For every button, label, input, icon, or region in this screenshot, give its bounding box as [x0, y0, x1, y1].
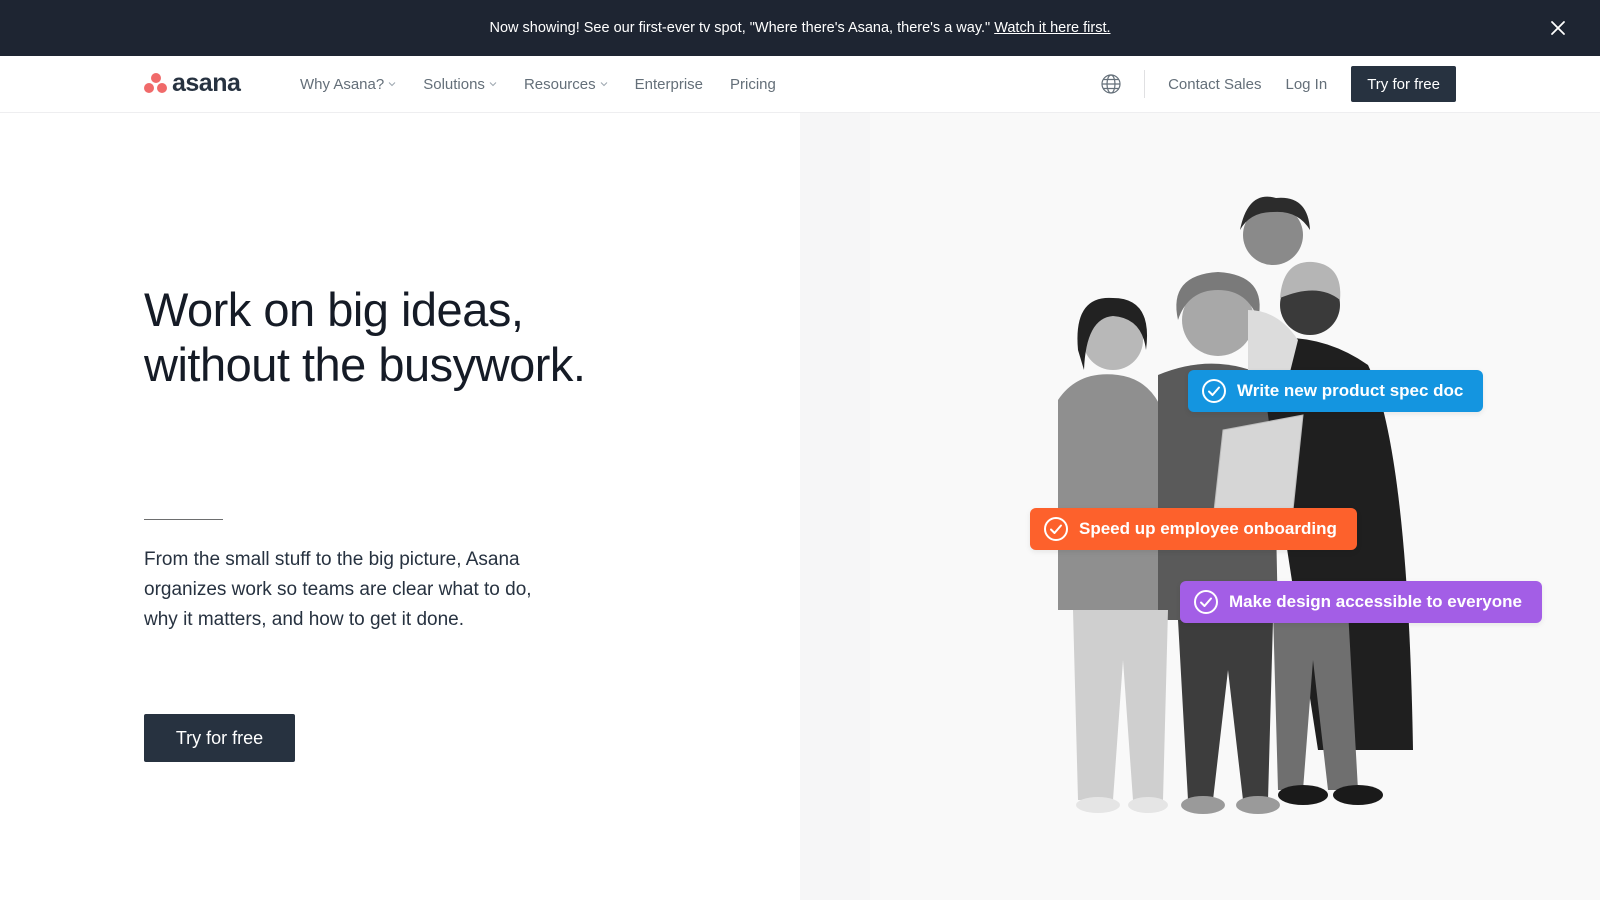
check-circle-icon [1194, 590, 1218, 614]
hero-try-for-free-button[interactable]: Try for free [144, 714, 295, 762]
task-label: Make design accessible to everyone [1229, 592, 1522, 611]
menu-label: Resources [523, 75, 596, 93]
menu-item-pricing[interactable]: Pricing [730, 76, 776, 93]
check-circle-icon [1044, 517, 1068, 541]
nav-actions: Contact Sales Log In Try for free [1100, 56, 1456, 112]
menu-label: Pricing [730, 75, 776, 93]
chevron-down-icon [600, 82, 607, 87]
announcement-bar: Now showing! See our first-ever tv spot,… [0, 0, 1600, 56]
logo-wordmark: asana [172, 69, 241, 97]
asana-logo-icon [144, 72, 168, 94]
close-icon[interactable] [1547, 17, 1569, 39]
top-nav: asana Why Asana? Solutions Resources Ent… [0, 56, 1600, 112]
nav-divider [1144, 70, 1146, 98]
nav-try-for-free-button[interactable]: Try for free [1351, 66, 1456, 102]
announcement-message: Now showing! See our first-ever tv spot,… [489, 20, 991, 36]
hero-text-panel: Work on big ideas, without the busywork.… [0, 112, 800, 900]
headline-line-2: without the busywork. [144, 338, 586, 391]
photo-backdrop: Write new product spec doc Speed up empl… [870, 112, 1600, 900]
contact-sales-link[interactable]: Contact Sales [1168, 76, 1261, 93]
hero-image-panel: Write new product spec doc Speed up empl… [800, 112, 1600, 900]
task-card-onboarding: Speed up employee onboarding [1030, 508, 1357, 550]
check-circle-icon [1202, 379, 1226, 403]
menu-label: Enterprise [634, 75, 704, 93]
menu-label: Why Asana? [300, 75, 385, 93]
task-label: Write new product spec doc [1237, 381, 1464, 400]
menu-item-enterprise[interactable]: Enterprise [635, 76, 703, 93]
chevron-down-icon [489, 82, 497, 87]
menu-item-solutions[interactable]: Solutions [423, 76, 497, 93]
globe-icon[interactable] [1100, 73, 1122, 95]
task-card-product-spec: Write new product spec doc [1188, 370, 1484, 412]
watch-link[interactable]: Watch it here first. [994, 20, 1110, 36]
hero-lede: From the small stuff to the big picture,… [144, 549, 532, 630]
hero-headline: Work on big ideas, without the busywork. [144, 282, 704, 392]
menu-label: Solutions [423, 75, 485, 93]
asana-logo[interactable]: asana [144, 69, 241, 97]
log-in-link[interactable]: Log In [1285, 76, 1327, 93]
task-card-design-accessible: Make design accessible to everyone [1180, 581, 1542, 623]
menu-item-resources[interactable]: Resources [524, 76, 608, 93]
task-label: Speed up employee onboarding [1079, 519, 1337, 538]
menu-item-why-asana[interactable]: Why Asana? [300, 76, 396, 93]
chevron-down-icon [388, 82, 396, 87]
main-menu: Why Asana? Solutions Resources Enterpris… [300, 56, 803, 112]
hero-divider [144, 519, 223, 520]
headline-line-1: Work on big ideas, [144, 283, 524, 336]
